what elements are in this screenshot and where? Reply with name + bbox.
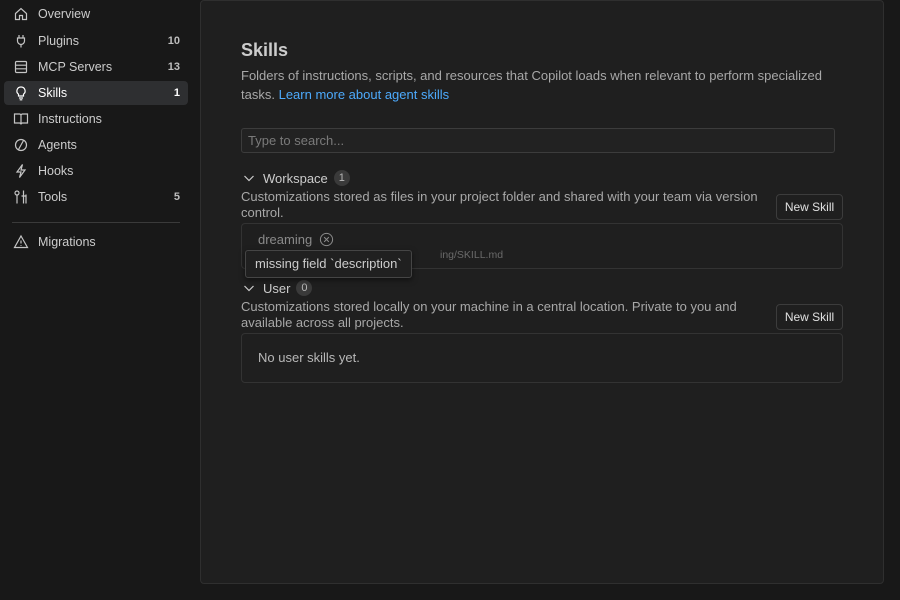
section-count-badge: 0 xyxy=(296,280,313,296)
sidebar-item-mcp-servers[interactable]: MCP Servers 13 xyxy=(4,55,188,79)
sidebar-item-label: Skills xyxy=(38,86,68,100)
section-title: Workspace xyxy=(263,170,328,186)
empty-state-text: No user skills yet. xyxy=(258,350,360,365)
section-description: Customizations stored locally on your ma… xyxy=(241,299,737,330)
book-icon xyxy=(13,111,29,127)
skill-path: ing/SKILL.md xyxy=(440,249,504,261)
error-tooltip: missing field `description` xyxy=(245,250,412,278)
sidebar-item-skills[interactable]: Skills 1 xyxy=(4,81,188,105)
section-description: Customizations stored as files in your p… xyxy=(241,189,758,220)
sidebar-item-label: Instructions xyxy=(38,112,102,126)
sidebar-item-count: 13 xyxy=(167,61,180,73)
sidebar-item-count: 5 xyxy=(173,191,180,203)
sidebar-item-label: Hooks xyxy=(38,164,74,178)
sidebar-item-hooks[interactable]: Hooks xyxy=(4,159,188,183)
new-skill-button[interactable]: New Skill xyxy=(776,194,843,220)
user-section-header[interactable]: User 0 xyxy=(241,279,313,297)
page-title: Skills xyxy=(241,40,289,60)
sidebar-item-label: Overview xyxy=(38,7,91,21)
chevron-down-icon xyxy=(241,170,257,186)
section-title: User xyxy=(263,280,291,296)
sidebar-item-tools[interactable]: Tools 5 xyxy=(4,185,188,209)
sidebar-item-label: Tools xyxy=(38,190,68,204)
chevron-down-icon xyxy=(241,280,257,296)
lightbulb-icon xyxy=(13,85,29,101)
sidebar-divider xyxy=(12,222,180,223)
lightning-icon xyxy=(13,163,29,179)
page-description: Folders of instructions, scripts, and re… xyxy=(241,66,841,104)
new-skill-button[interactable]: New Skill xyxy=(776,304,843,330)
sidebar-item-count: 10 xyxy=(167,35,180,47)
search-input[interactable] xyxy=(241,128,835,153)
sidebar-item-agents[interactable]: Agents xyxy=(4,133,188,157)
home-icon xyxy=(13,6,29,22)
agent-icon xyxy=(13,137,29,153)
workspace-section-header[interactable]: Workspace 1 xyxy=(241,169,350,187)
user-skills-list: No user skills yet. xyxy=(241,333,843,383)
skills-panel: Skills Folders of instructions, scripts,… xyxy=(200,0,884,584)
sidebar-item-label: Plugins xyxy=(38,34,79,48)
error-icon[interactable] xyxy=(319,232,334,247)
skill-name: dreaming xyxy=(258,232,313,247)
sidebar-item-label: Migrations xyxy=(38,235,96,249)
sidebar-item-overview[interactable]: Overview xyxy=(4,2,188,26)
sidebar-item-label: Agents xyxy=(38,138,77,152)
section-count-badge: 1 xyxy=(333,170,350,186)
sidebar: Overview Plugins 10 MCP Servers 13 Skill… xyxy=(0,0,200,600)
server-icon xyxy=(13,59,29,75)
sidebar-item-instructions[interactable]: Instructions xyxy=(4,107,188,131)
warning-icon xyxy=(13,234,29,250)
app-window: Overview Plugins 10 MCP Servers 13 Skill… xyxy=(0,0,900,600)
tools-icon xyxy=(13,189,29,205)
learn-more-link[interactable]: Learn more about agent skills xyxy=(279,87,450,102)
sidebar-item-plugins[interactable]: Plugins 10 xyxy=(4,29,188,53)
plug-icon xyxy=(13,33,29,49)
sidebar-item-migrations[interactable]: Migrations xyxy=(4,230,188,254)
sidebar-item-count: 1 xyxy=(173,87,180,99)
sidebar-item-label: MCP Servers xyxy=(38,60,113,74)
